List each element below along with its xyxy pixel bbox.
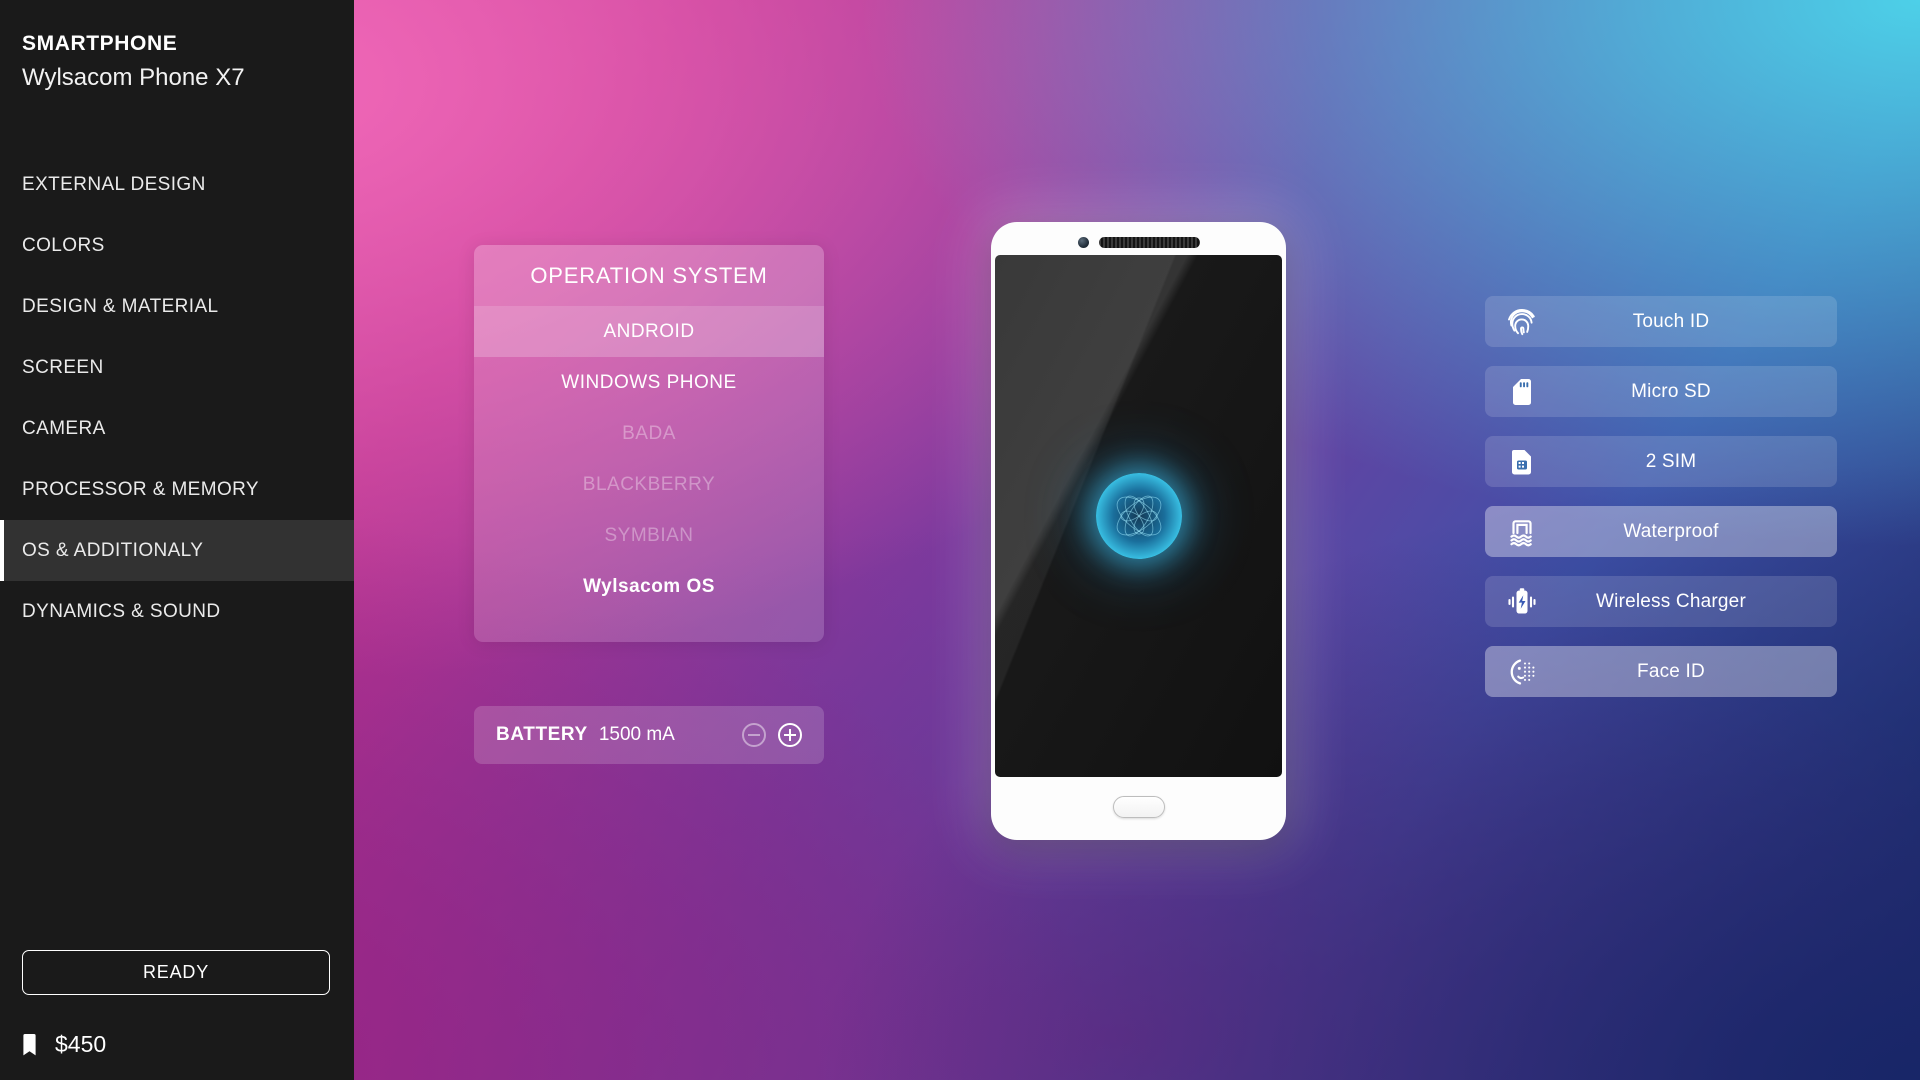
phone-screen xyxy=(995,255,1282,777)
battery-value: 1500 mA xyxy=(598,724,675,745)
brand-block: SMARTPHONE Wylsacom Phone X7 xyxy=(0,0,354,92)
operation-system-panel: OPERATION SYSTEM ANDROID WINDOWS PHONE BAD… xyxy=(474,245,824,642)
plus-circle-icon[interactable] xyxy=(778,723,802,747)
face-id-icon xyxy=(1505,655,1539,689)
battery-label: BATTERY xyxy=(496,724,588,745)
sidebar-item-label: CAMERA xyxy=(22,417,106,439)
waterproof-icon xyxy=(1505,515,1539,549)
feature-waterproof[interactable]: Waterproof xyxy=(1485,506,1837,557)
os-option-android[interactable]: ANDROID xyxy=(474,306,824,357)
sidebar-footer: READY $450 xyxy=(22,950,332,1058)
feature-micro-sd[interactable]: Micro SD xyxy=(1485,366,1837,417)
sidebar-item-dynamics-sound[interactable]: DYNAMICS & SOUND xyxy=(0,581,354,642)
sidebar-item-label: DESIGN & MATERIAL xyxy=(22,295,219,317)
fingerprint-icon xyxy=(1505,305,1539,339)
home-button-icon[interactable] xyxy=(1112,796,1165,818)
feature-face-id[interactable]: Face ID xyxy=(1485,646,1837,697)
os-option-windows-phone[interactable]: WINDOWS PHONE xyxy=(474,357,824,408)
price-value: $450 xyxy=(55,1031,107,1057)
sidebar-item-label: OS & ADDITIONALY xyxy=(22,539,204,561)
price-tag-icon xyxy=(23,1033,36,1055)
feature-label: Touch ID xyxy=(1632,310,1710,332)
os-panel-title: OPERATION SYSTEM xyxy=(474,245,824,306)
brand-model: Wylsacom Phone X7 xyxy=(22,64,245,91)
price-row: $450 xyxy=(22,1031,332,1058)
os-option-list: ANDROID WINDOWS PHONE BADA BLACKBERRY SYMBIA… xyxy=(474,306,824,612)
sidebar-item-design-material[interactable]: DESIGN & MATERIAL xyxy=(0,276,354,337)
sidebar-item-screen[interactable]: SCREEN xyxy=(0,337,354,398)
battery-controls xyxy=(742,723,802,747)
minus-circle-icon[interactable] xyxy=(742,723,766,747)
feature-list: Touch ID Micro SD 2 SIM Waterproof Wireless … xyxy=(1485,296,1837,716)
sidebar-item-label: COLORS xyxy=(22,234,105,256)
sidebar-item-processor-memory[interactable]: PROCESSOR & MEMORY xyxy=(0,459,354,520)
feature-touch-id[interactable]: Touch ID xyxy=(1485,296,1837,347)
phone-preview xyxy=(991,222,1286,840)
brand-title: SMARTPHONE xyxy=(22,32,178,55)
sidebar-nav: EXTERNAL DESIGN COLORS DESIGN & MATERIAL SC… xyxy=(0,154,354,642)
ready-button[interactable]: READY xyxy=(22,950,330,995)
sidebar-item-colors[interactable]: COLORS xyxy=(0,215,354,276)
sidebar: SMARTPHONE Wylsacom Phone X7 EXTERNAL DE… xyxy=(0,0,354,1080)
feature-label: Micro SD xyxy=(1631,380,1711,402)
wylsacom-logo-icon xyxy=(1095,473,1182,559)
os-option-symbian: SYMBIAN xyxy=(604,524,694,546)
feature-label: Waterproof xyxy=(1623,520,1719,542)
sidebar-item-label: EXTERNAL DESIGN xyxy=(22,173,206,195)
sidebar-item-label: SCREEN xyxy=(22,356,104,378)
sidebar-item-external-design[interactable]: EXTERNAL DESIGN xyxy=(0,154,354,215)
feature-label: Face ID xyxy=(1637,660,1705,682)
os-panel-spacer xyxy=(474,612,824,642)
phone-top-bar xyxy=(991,235,1286,249)
sidebar-item-os-additionaly[interactable]: OS & ADDITIONALY xyxy=(0,520,354,581)
sidebar-item-label: PROCESSOR & MEMORY xyxy=(22,478,259,500)
earpiece-speaker-icon xyxy=(1098,236,1200,248)
sim-card-icon xyxy=(1505,445,1539,479)
logo-petal-pattern xyxy=(1116,495,1161,537)
os-option-bada: BADA xyxy=(622,422,676,444)
os-option-wylsacom-os[interactable]: Wylsacom OS xyxy=(474,561,824,612)
feature-label: 2 SIM xyxy=(1645,450,1697,472)
feature-label: Wireless Charger xyxy=(1596,590,1746,612)
sidebar-item-label: DYNAMICS & SOUND xyxy=(22,600,221,622)
smartphone-configurator-app: SMARTPHONE Wylsacom Phone X7 EXTERNAL DE… xyxy=(0,0,1920,1080)
feature-2-sim[interactable]: 2 SIM xyxy=(1485,436,1837,487)
feature-wireless-charger[interactable]: Wireless Charger xyxy=(1485,576,1837,627)
battery-panel: BATTERY 1500 mA xyxy=(474,706,824,764)
os-option-blackberry: BLACKBERRY xyxy=(582,473,716,495)
wireless-charger-icon xyxy=(1505,585,1539,619)
front-camera-icon xyxy=(1077,236,1089,248)
sd-card-icon xyxy=(1505,375,1539,409)
sidebar-item-camera[interactable]: CAMERA xyxy=(0,398,354,459)
